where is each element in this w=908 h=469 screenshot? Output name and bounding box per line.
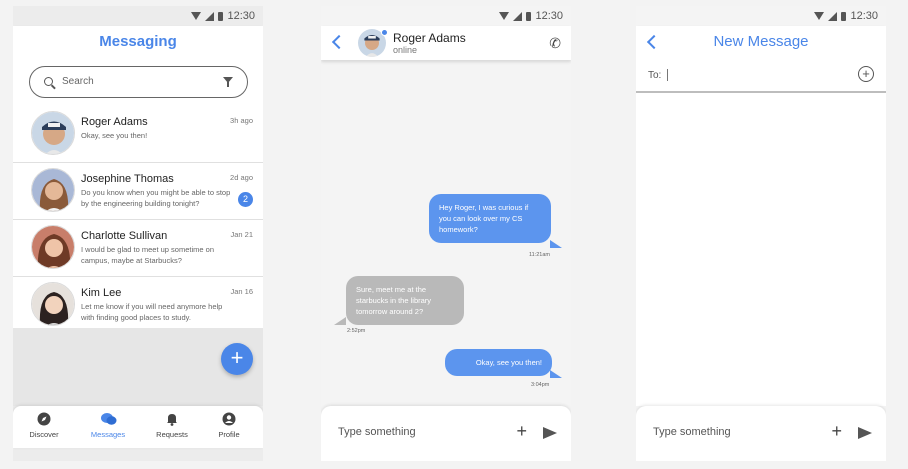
message-composer: Type something + [636, 406, 886, 461]
status-time: 12:30 [850, 10, 878, 22]
conversation-item[interactable]: Kim Lee Let me know if you will need any… [13, 277, 263, 334]
attach-plus-icon[interactable]: + [831, 421, 842, 442]
contact-name: Kim Lee [81, 287, 122, 299]
wifi-icon [499, 12, 510, 20]
nav-requests[interactable]: Requests [141, 412, 203, 439]
avatar [31, 282, 75, 326]
bubble-tail [334, 317, 346, 325]
conversation-item[interactable]: Josephine Thomas Do you know when you mi… [13, 163, 263, 220]
avatar [31, 225, 75, 269]
contact-name: Josephine Thomas [81, 173, 174, 185]
message-time: Jan 21 [230, 230, 253, 239]
recipient-row[interactable]: To: + [636, 60, 886, 93]
to-label: To: [648, 70, 662, 81]
message-composer: Type something + [321, 406, 571, 461]
unread-badge: 2 [238, 192, 253, 207]
nav-label: Messages [90, 430, 126, 439]
back-arrow-icon[interactable] [331, 34, 347, 50]
messaging-screen: 12:30 Messaging Search Roger Adams Okay,… [13, 6, 263, 461]
message-preview: I would be glad to meet up sometime on c… [81, 245, 214, 265]
add-recipient-icon[interactable]: + [858, 66, 874, 82]
send-icon[interactable] [858, 427, 872, 439]
message-preview: Let me know if you will need anymore hel… [81, 302, 223, 322]
message-bubble-incoming: Sure, meet me at the starbucks in the li… [346, 276, 464, 325]
recipient-input[interactable] [667, 69, 668, 81]
message-time: 2:52pm [347, 328, 366, 334]
contact-name: Roger Adams [393, 31, 466, 45]
message-preview: Okay, see you then! [81, 131, 148, 140]
cell-signal-icon [513, 11, 523, 21]
search-icon [44, 77, 53, 86]
bell-icon [165, 412, 179, 426]
nav-label: Requests [156, 430, 188, 439]
conversation-item[interactable]: Charlotte Sullivan I would be glad to me… [13, 220, 263, 277]
chat-header: Roger Adams online ✆ [321, 26, 571, 60]
wifi-icon [814, 12, 825, 20]
cell-signal-icon [828, 11, 838, 21]
message-bubble-outgoing: Hey Roger, I was curious if you can look… [429, 194, 551, 243]
cell-signal-icon [205, 11, 215, 21]
new-message-screen: 12:30 New Message To: + Type something + [636, 6, 886, 461]
message-time: 3:04pm [531, 382, 550, 388]
bubble-tail [550, 370, 562, 378]
status-bar: 12:30 [13, 6, 263, 26]
search-input[interactable]: Search [62, 76, 94, 87]
battery-icon [841, 11, 847, 21]
chat-screen: 12:30 Roger Adams online ✆ Hey Roger, I … [321, 6, 571, 461]
message-time: 2d ago [230, 173, 253, 182]
battery-icon [526, 11, 532, 21]
message-area [636, 93, 886, 406]
new-message-header: New Message [636, 26, 886, 60]
avatar [31, 111, 75, 155]
message-preview: Do you know when you might be able to st… [81, 188, 231, 208]
status-time: 12:30 [535, 10, 563, 22]
status-time: 12:30 [227, 10, 255, 22]
compass-icon [37, 412, 51, 426]
send-icon[interactable] [543, 427, 557, 439]
nav-label: Discover [29, 430, 59, 439]
nav-discover[interactable]: Discover [13, 412, 75, 439]
page-title: Messaging [99, 33, 177, 50]
phone-icon[interactable]: ✆ [549, 35, 561, 52]
conversation-item[interactable]: Roger Adams Okay, see you then! 3h ago [13, 106, 263, 163]
contact-name: Charlotte Sullivan [81, 230, 168, 242]
online-indicator [381, 29, 388, 36]
avatar [31, 168, 75, 212]
bottom-nav: Discover Messages Requests Profile [13, 406, 263, 448]
nav-profile[interactable]: Profile [198, 412, 260, 439]
message-bubble-outgoing: Okay, see you then! [445, 349, 552, 376]
new-message-button[interactable]: + [221, 343, 253, 375]
app-header: Messaging [13, 26, 263, 60]
status-bar: 12:30 [321, 6, 571, 26]
user-icon [222, 412, 236, 426]
page-title: New Message [713, 33, 809, 50]
bubble-tail [550, 240, 562, 248]
message-time: Jan 16 [230, 287, 253, 296]
battery-icon [218, 11, 224, 21]
conversation-list: Search Roger Adams Okay, see you then! 3… [13, 60, 263, 334]
message-input[interactable]: Type something [338, 426, 416, 438]
message-time: 3h ago [230, 116, 253, 125]
attach-plus-icon[interactable]: + [516, 421, 527, 442]
message-input[interactable]: Type something [653, 426, 731, 438]
status-bar: 12:30 [636, 6, 886, 26]
chat-bubbles-icon [101, 412, 117, 426]
wifi-icon [191, 12, 202, 20]
search-bar[interactable]: Search [29, 66, 248, 98]
nav-messages[interactable]: Messages [77, 412, 139, 439]
contact-name: Roger Adams [81, 116, 148, 128]
message-time: 11:21am [529, 252, 550, 258]
contact-status: online [393, 45, 418, 55]
nav-label: Profile [218, 430, 240, 439]
filter-icon[interactable] [223, 77, 233, 87]
